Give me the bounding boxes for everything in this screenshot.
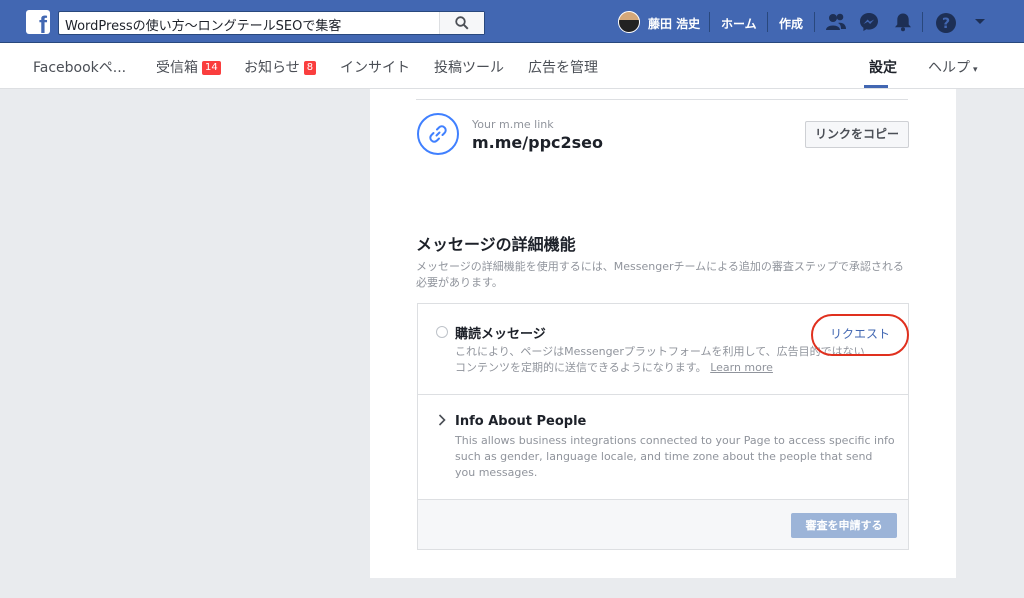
tab-ads-manager[interactable]: 広告を管理 [528,57,598,77]
search-input[interactable]: WordPressの使い方〜ロングテールSEOで集客 [58,11,485,35]
subscription-description: これにより、ページはMessengerプラットフォームを利用して、広告目的ではな… [455,345,865,374]
facebook-logo-icon[interactable]: f [26,10,50,34]
tab-publishing-tools[interactable]: 投稿ツール [434,57,504,77]
notifications-count-badge: 8 [303,61,317,75]
box-footer: 審査を申請する [418,499,908,549]
search-icon [455,16,469,30]
active-tab-indicator [864,85,888,88]
subscription-title: 購読メッセージ [455,327,546,342]
bottom-gutter [370,578,956,598]
divider [416,99,908,100]
divider [922,12,923,32]
tab-page[interactable]: Facebookペ... [33,57,126,77]
avatar[interactable] [618,11,640,33]
divider [709,12,710,32]
section-description: メッセージの詳細機能を使用するには、Messengerチームによる追加の審査ステ… [416,260,904,289]
tab-notifications[interactable]: お知らせ 8 [244,57,317,77]
chevron-down-icon: ▾ [973,65,978,75]
tab-inbox[interactable]: 受信箱 14 [156,57,221,77]
learn-more-link[interactable]: Learn more [710,361,773,374]
mme-link-label: Your m.me link [472,118,554,131]
profile-name[interactable]: 藤田 浩史 [648,15,700,32]
subscription-radio[interactable] [436,326,448,338]
home-link[interactable]: ホーム [721,15,757,32]
svg-text:?: ? [942,16,950,32]
search-button[interactable] [439,12,484,34]
tab-help[interactable]: ヘルプ ▾ [928,57,978,77]
mme-link-value: m.me/ppc2seo [472,133,604,152]
search-value[interactable]: WordPressの使い方〜ロングテールSEOで集客 [65,15,341,34]
notifications-icon[interactable] [893,12,913,32]
create-link[interactable]: 作成 [779,15,803,32]
friends-icon[interactable] [825,12,847,32]
chevron-right-icon[interactable] [438,414,446,426]
tab-insights[interactable]: インサイト [340,57,410,77]
highlight-circle [811,314,909,356]
settings-content: Your m.me link m.me/ppc2seo リンクをコピー メッセー… [370,89,956,578]
divider [767,12,768,32]
right-gutter [956,89,1024,598]
submit-review-button[interactable]: 審査を申請する [791,513,897,538]
section-title: メッセージの詳細機能 [416,235,576,254]
divider [814,12,815,32]
inbox-count-badge: 14 [202,61,221,75]
page-nav: Facebookペ... 受信箱 14 お知らせ 8 インサイト 投稿ツール 広告を… [0,43,1024,89]
messenger-icon[interactable] [859,12,879,32]
help-icon[interactable]: ? [935,12,957,34]
divider [418,394,908,395]
info-people-description: This allows business integrations connec… [455,434,895,479]
left-gutter [0,89,370,598]
copy-link-button[interactable]: リンクをコピー [805,121,909,148]
top-bar: f WordPressの使い方〜ロングテールSEOで集客 藤田 浩史 ホーム 作… [0,0,1024,43]
advanced-features-box: 購読メッセージ これにより、ページはMessengerプラットフォームを利用して… [417,303,909,550]
account-menu-icon[interactable] [974,18,986,26]
tab-settings[interactable]: 設定 [869,57,897,77]
info-people-title[interactable]: Info About People [455,414,586,429]
link-icon [417,113,459,155]
